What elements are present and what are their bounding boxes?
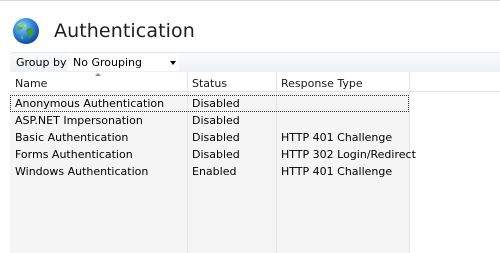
column-resize-handle[interactable] <box>187 73 188 92</box>
feature-response-type: HTTP 401 Challenge <box>281 131 393 144</box>
column-header-name[interactable]: Name <box>15 77 47 90</box>
group-by-toolbar: Group by: No Grouping <box>10 52 500 72</box>
feature-name: Anonymous Authentication <box>15 97 165 110</box>
feature-status: Disabled <box>192 97 240 110</box>
features-list: Name Status Response Type Anonymous Auth… <box>10 73 500 253</box>
column-resize-handle[interactable] <box>409 73 410 92</box>
feature-status: Disabled <box>192 148 240 161</box>
group-by-label: Group by: <box>16 56 70 69</box>
feature-response-type: HTTP 302 Login/Redirect <box>281 148 416 161</box>
table-body: Anonymous Authentication Disabled ASP.NE… <box>10 95 416 180</box>
feature-response-type: HTTP 401 Challenge <box>281 165 393 178</box>
feature-status: Disabled <box>192 114 240 127</box>
table-row[interactable]: Basic Authentication Disabled HTTP 401 C… <box>10 129 409 146</box>
table-row[interactable]: Forms Authentication Disabled HTTP 302 L… <box>10 146 416 163</box>
feature-name: Windows Authentication <box>15 165 149 178</box>
feature-name: Forms Authentication <box>15 148 133 161</box>
column-header-response-type[interactable]: Response Type <box>281 77 363 90</box>
table-row[interactable]: Anonymous Authentication Disabled <box>10 95 409 112</box>
feature-name: ASP.NET Impersonation <box>15 114 143 127</box>
feature-status: Disabled <box>192 131 240 144</box>
top-border <box>0 0 500 1</box>
sort-ascending-icon <box>95 73 101 76</box>
column-header-row: Name Status Response Type <box>10 73 500 92</box>
column-header-status[interactable]: Status <box>192 77 227 90</box>
globe-icon <box>13 18 39 44</box>
feature-name: Basic Authentication <box>15 131 129 144</box>
feature-status: Enabled <box>192 165 237 178</box>
group-by-value: No Grouping <box>73 56 142 69</box>
table-row[interactable]: Windows Authentication Enabled HTTP 401 … <box>10 163 409 180</box>
table-row[interactable]: ASP.NET Impersonation Disabled <box>10 112 409 129</box>
column-resize-handle[interactable] <box>276 73 277 92</box>
page-header: Authentication <box>12 14 195 48</box>
group-by-dropdown[interactable]: No Grouping <box>67 54 179 71</box>
chevron-down-icon <box>170 61 176 65</box>
page-title: Authentication <box>54 20 195 42</box>
